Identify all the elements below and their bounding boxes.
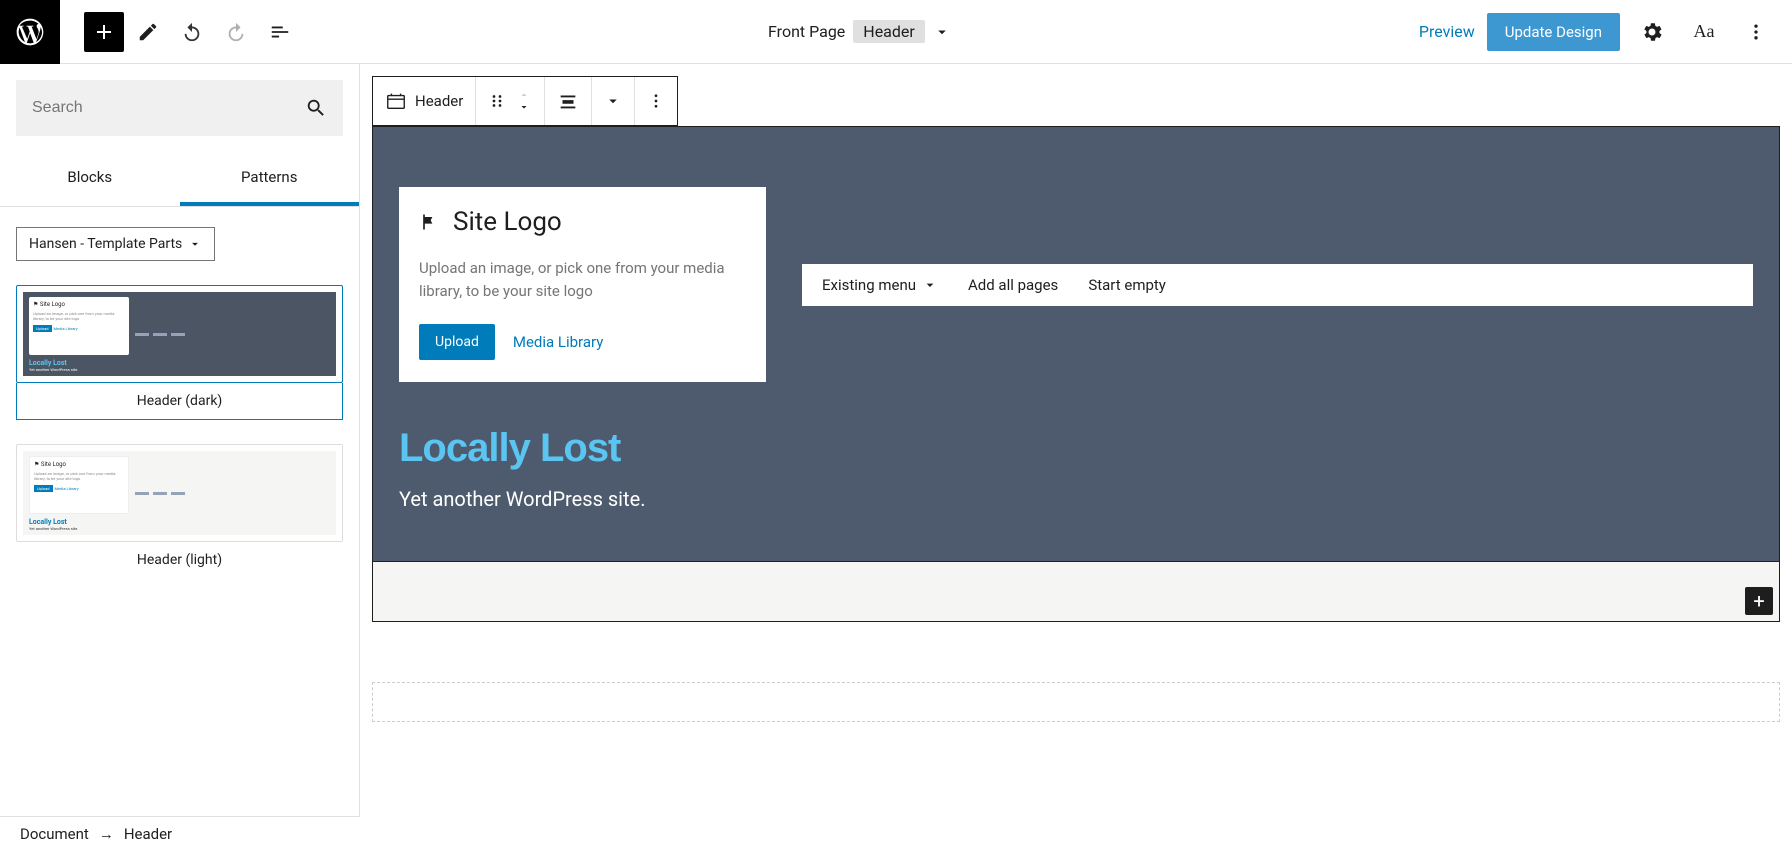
more-vertical-icon (1746, 22, 1766, 42)
block-inserter-panel: Blocks Patterns Hansen - Template Parts … (0, 64, 360, 824)
pattern-label: Header (dark) (16, 383, 343, 420)
flag-icon (419, 212, 439, 232)
more-vertical-icon (647, 92, 665, 110)
move-up-icon[interactable] (516, 89, 532, 101)
pattern-category-dropdown[interactable]: Hansen - Template Parts (16, 227, 215, 261)
chevron-down-icon (922, 277, 938, 293)
more-options-button[interactable] (1736, 12, 1776, 52)
pattern-header-dark[interactable]: ⚑ Site Logo Upload an image, or pick one… (16, 285, 343, 420)
edit-mode-button[interactable] (128, 12, 168, 52)
empty-block-placeholder[interactable] (372, 682, 1780, 722)
search-icon (305, 97, 327, 119)
pencil-icon (137, 21, 159, 43)
wordpress-icon (14, 16, 46, 48)
chevron-down-icon[interactable] (933, 23, 951, 41)
site-logo-placeholder[interactable]: Site Logo Upload an image, or pick one f… (399, 187, 766, 382)
block-more-button[interactable] (635, 77, 677, 125)
list-icon (269, 21, 291, 43)
align-button[interactable] (545, 77, 592, 125)
pattern-label: Header (light) (16, 542, 343, 578)
list-view-button[interactable] (260, 12, 300, 52)
upload-button[interactable]: Upload (419, 324, 495, 360)
preview-button[interactable]: Preview (1419, 22, 1475, 41)
inserter-tabs: Blocks Patterns (0, 152, 359, 207)
block-type-button[interactable]: Header (373, 77, 476, 125)
block-appender-area: + (372, 562, 1780, 622)
tab-patterns[interactable]: Patterns (180, 152, 360, 206)
gear-icon (1640, 20, 1664, 44)
settings-button[interactable] (1632, 12, 1672, 52)
top-toolbar: Front Page Header Preview Update Design … (0, 0, 1792, 64)
undo-icon (181, 21, 203, 43)
start-empty-button[interactable]: Start empty (1088, 276, 1166, 294)
breadcrumb-separator: → (99, 825, 114, 843)
add-block-button[interactable] (84, 12, 124, 52)
block-breadcrumb: Document → Header (0, 816, 360, 851)
search-box[interactable] (16, 80, 343, 136)
redo-icon (225, 21, 247, 43)
drag-handle-icon[interactable] (488, 92, 506, 110)
breadcrumb-current[interactable]: Header (124, 825, 172, 843)
update-design-button[interactable]: Update Design (1487, 13, 1620, 51)
replace-button[interactable] (592, 77, 635, 125)
search-input[interactable] (32, 99, 305, 117)
wp-logo[interactable] (0, 0, 60, 64)
header-template-part[interactable]: Site Logo Upload an image, or pick one f… (372, 126, 1780, 562)
chevron-down-icon (188, 237, 202, 251)
site-logo-description: Upload an image, or pick one from your m… (419, 257, 746, 302)
breadcrumb-document[interactable]: Document (20, 825, 89, 843)
plus-icon (92, 20, 116, 44)
dropdown-label: Hansen - Template Parts (29, 236, 182, 252)
move-down-icon[interactable] (516, 101, 532, 113)
block-type-label: Header (415, 92, 463, 110)
block-toolbar: Header (372, 76, 678, 126)
chevron-down-icon (604, 92, 622, 110)
site-title[interactable]: Locally Lost (399, 426, 1753, 471)
site-logo-title: Site Logo (453, 207, 562, 237)
navigation-placeholder[interactable]: Existing menu Add all pages Start empty (802, 264, 1753, 306)
styles-button[interactable]: Aa (1684, 12, 1724, 52)
undo-button[interactable] (172, 12, 212, 52)
template-part-badge[interactable]: Header (853, 20, 925, 43)
editor-canvas: Header (360, 64, 1792, 824)
align-icon (557, 90, 579, 112)
media-library-button[interactable]: Media Library (513, 333, 603, 351)
pattern-header-light[interactable]: ⚑ Site Logo Upload an image, or pick one… (16, 444, 343, 578)
redo-button[interactable] (216, 12, 256, 52)
add-block-inline-button[interactable]: + (1745, 587, 1773, 615)
add-all-pages-button[interactable]: Add all pages (968, 276, 1058, 294)
site-tagline[interactable]: Yet another WordPress site. (399, 487, 1753, 511)
document-label: Front Page (768, 22, 845, 41)
existing-menu-button[interactable]: Existing menu (822, 276, 938, 294)
header-block-icon (385, 90, 407, 112)
tab-blocks[interactable]: Blocks (0, 152, 180, 206)
